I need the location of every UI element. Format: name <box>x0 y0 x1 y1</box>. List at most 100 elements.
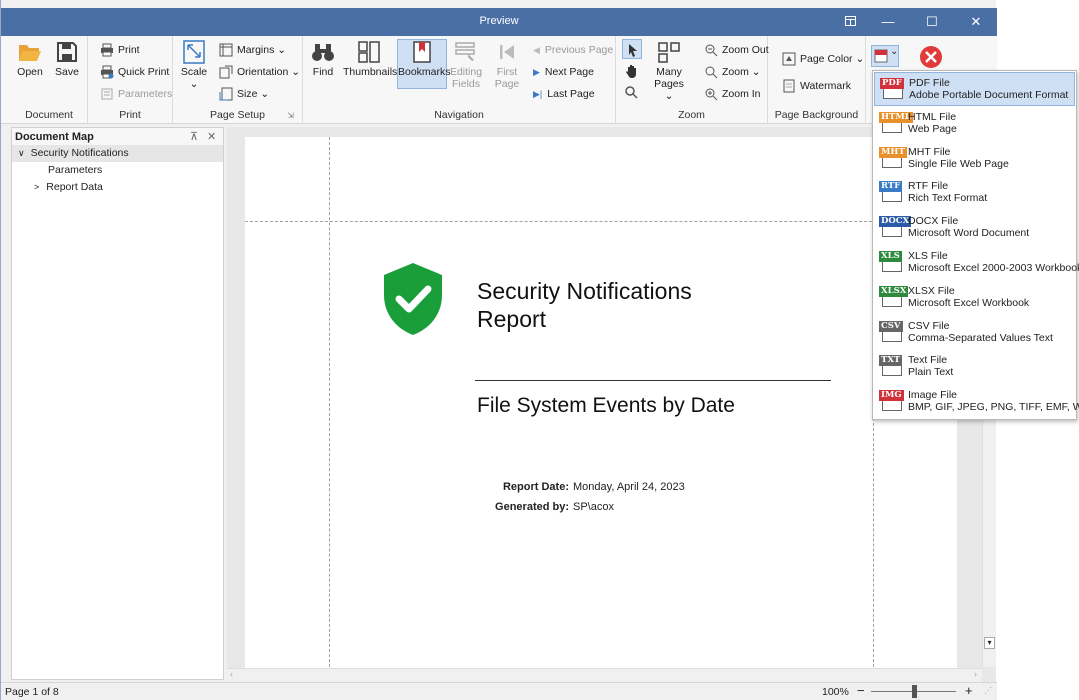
export-format-description: Web Page <box>908 122 957 135</box>
scroll-left-icon[interactable]: ‹ <box>230 669 233 679</box>
editing-fields-button[interactable]: Editing Fields <box>449 40 483 90</box>
many-pages-button[interactable]: Many Pages ⌄ <box>642 40 696 102</box>
report-title-line1: Security Notifications <box>477 278 692 304</box>
export-menu-item-csv[interactable]: CSV CSV File Comma-Separated Values Text <box>874 316 1075 350</box>
mht-file-icon: MHT <box>879 146 907 169</box>
export-format-description: Comma-Separated Values Text <box>908 331 1053 344</box>
dialog-launcher-icon[interactable]: ⇲ <box>287 111 294 120</box>
file-type-badge: MHT <box>879 146 907 158</box>
pin-icon[interactable]: ⊼ <box>190 130 198 143</box>
zoom-minus-button[interactable]: − <box>857 683 865 698</box>
scale-button[interactable]: Scale ⌄ <box>179 40 209 90</box>
thumbnails-button[interactable]: Thumbnails <box>343 40 398 78</box>
zoom-out-button[interactable]: Zoom Out <box>704 41 769 59</box>
zoom-dropdown[interactable]: Zoom ⌄ <box>704 63 761 81</box>
zoom-slider-thumb[interactable] <box>912 685 917 698</box>
last-page-button[interactable]: ▶| Last Page <box>533 85 595 103</box>
pointer-tool-icon[interactable] <box>622 39 642 59</box>
scroll-down-icon[interactable]: ▾ <box>984 637 995 649</box>
status-bar: Page 1 of 8 100% − + ⋰ <box>1 682 997 700</box>
report-page: Security Notifications Report File Syste… <box>245 137 957 672</box>
export-menu-item-html[interactable]: HTML HTML File Web Page <box>874 107 1075 141</box>
size-label: Size <box>237 88 258 100</box>
file-type-badge: XLS <box>879 251 902 262</box>
page-color-button[interactable]: Page Color ⌄ <box>782 50 864 68</box>
ribbon-toggle-icon[interactable] <box>833 8 867 36</box>
save-button[interactable]: Save <box>51 40 83 78</box>
quick-print-button[interactable]: Quick Print <box>100 63 169 81</box>
close-preview-button[interactable] <box>919 45 943 69</box>
margins-label: Margins <box>237 44 275 56</box>
export-format-name: Image File <box>908 389 958 402</box>
previous-page-label: Previous Page <box>544 44 614 56</box>
first-page-label-2: Page <box>494 78 520 90</box>
export-menu-item-xls[interactable]: XLS XLS File Microsoft Excel 2000-2003 Wor… <box>874 246 1079 280</box>
ribbon-group-print: Print Quick Print Parameters Print <box>88 36 173 124</box>
size-button[interactable]: Size ⌄ <box>219 85 269 103</box>
orientation-button[interactable]: Orientation ⌄ <box>219 63 300 81</box>
export-format-name: PDF File <box>909 77 950 89</box>
next-page-button[interactable]: ▶ Next Page <box>533 63 594 81</box>
find-button[interactable]: Find <box>307 40 339 78</box>
thumbnails-icon <box>358 41 380 63</box>
zoom-tool-icon[interactable] <box>624 85 638 103</box>
generated-by-label: Generated by: <box>495 501 569 513</box>
close-panel-icon[interactable]: ✕ <box>207 130 216 143</box>
maximize-button[interactable]: ☐ <box>915 8 949 36</box>
export-menu-item-docx[interactable]: DOCX DOCX File Microsoft Word Document <box>874 211 1075 245</box>
export-dropdown-button[interactable]: ⌄ <box>871 45 899 67</box>
tree-item-report-data[interactable]: > Report Data <box>12 179 103 196</box>
export-format-name: XLS File <box>908 250 948 262</box>
first-page-icon <box>500 45 514 59</box>
close-window-button[interactable]: ✕ <box>959 8 993 36</box>
export-menu-item-pdf[interactable]: PDF PDF File Adobe Portable Document Forma… <box>874 72 1075 106</box>
hand-tool-icon[interactable] <box>624 63 640 81</box>
xlsx-file-icon: XLSX <box>879 285 909 308</box>
minimize-button[interactable]: — <box>871 8 905 36</box>
zoom-slider[interactable] <box>871 685 956 698</box>
first-page-button[interactable]: First Page <box>493 40 521 90</box>
watermark-button[interactable]: Watermark <box>782 77 851 95</box>
group-label-document: Document <box>25 109 73 121</box>
resize-grip-icon[interactable]: ⋰ <box>984 686 992 695</box>
generated-by-value: SP\acox <box>573 501 614 513</box>
export-menu-item-img[interactable]: IMG Image File BMP, GIF, JPEG, PNG, TIFF, … <box>874 385 1079 419</box>
open-button[interactable]: Open <box>14 40 46 78</box>
export-menu-item-mht[interactable]: MHT MHT File Single File Web Page <box>874 142 1075 176</box>
zoom-in-icon <box>704 87 718 101</box>
parameters-button[interactable]: Parameters <box>100 85 172 103</box>
ribbon-group-document: Open Save Document <box>11 36 88 124</box>
quick-print-label: Quick Print <box>118 66 170 78</box>
report-title-line2: Report <box>477 306 547 332</box>
export-menu-item-rtf[interactable]: RTF RTF File Rich Text Format <box>874 176 1075 210</box>
tree-item-security-notifications[interactable]: ∨ Security Notifications <box>12 145 223 162</box>
parameters-label: Parameters <box>118 88 173 100</box>
print-button[interactable]: Print <box>100 41 140 59</box>
page-color-icon <box>782 52 796 66</box>
export-format-name: MHT File <box>908 145 951 158</box>
margins-button[interactable]: Margins ⌄ <box>219 41 286 59</box>
many-pages-icon <box>658 42 680 63</box>
thumbnails-label: Thumbnails <box>343 66 398 78</box>
export-format-description: Rich Text Format <box>908 192 988 205</box>
group-label-print: Print <box>119 109 141 121</box>
editing-fields-icon <box>455 42 475 61</box>
file-type-badge: RTF <box>879 181 903 193</box>
horizontal-scrollbar[interactable]: ‹ › <box>227 668 982 682</box>
ribbon-group-navigation: Find Thumbnails Bookmarks Editing Fields … <box>303 36 616 124</box>
export-format-name: XLSX File <box>908 284 955 297</box>
zoom-plus-button[interactable]: + <box>965 683 973 698</box>
html-file-icon: HTML <box>879 111 913 134</box>
page-color-label: Page Color <box>800 53 853 65</box>
orientation-label: Orientation <box>237 66 289 78</box>
zoom-in-button[interactable]: Zoom In <box>704 85 761 103</box>
tree-item-parameters[interactable]: Parameters <box>12 162 102 179</box>
parameters-icon <box>100 87 114 101</box>
previous-page-button[interactable]: ◀ Previous Page <box>533 41 613 59</box>
report-date-value: Monday, April 24, 2023 <box>573 481 685 493</box>
bookmarks-button[interactable]: Bookmarks <box>397 39 451 89</box>
scroll-right-icon[interactable]: › <box>974 669 977 679</box>
export-menu-item-txt[interactable]: TXT Text File Plain Text <box>874 350 1075 384</box>
tree-item-label: Parameters <box>48 164 103 176</box>
export-menu-item-xlsx[interactable]: XLSX XLSX File Microsoft Excel Workbook <box>874 281 1075 315</box>
